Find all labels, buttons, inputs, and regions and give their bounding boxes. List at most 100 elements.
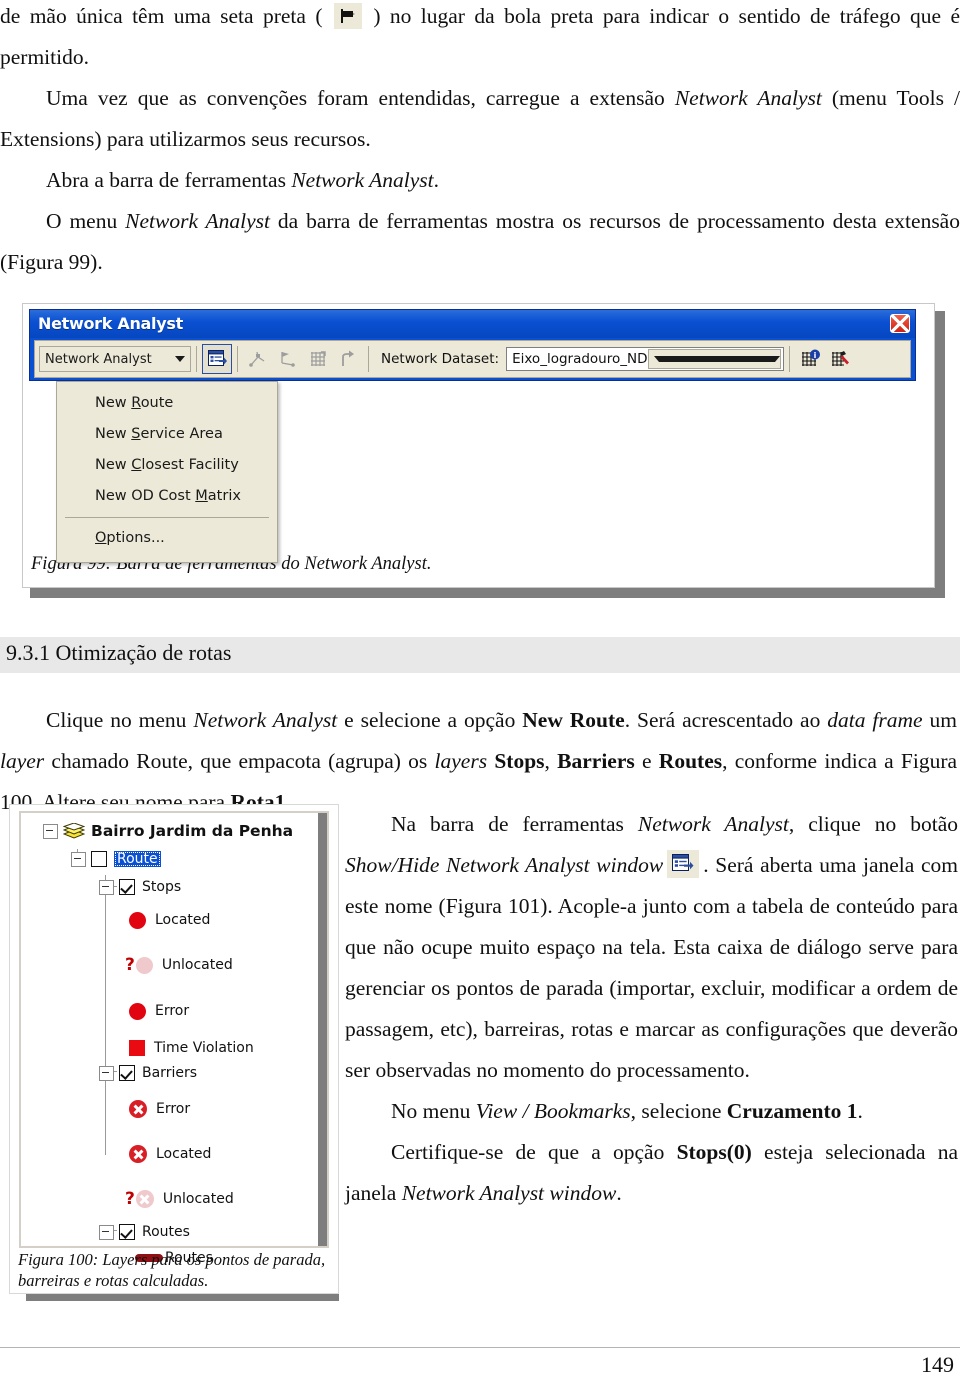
mid-t7: , — [544, 748, 558, 773]
layer-stack-icon — [62, 822, 86, 839]
collapse-expander-icon[interactable] — [99, 1065, 114, 1081]
show-hide-network-analyst-window-icon — [667, 850, 700, 879]
tree-item-label: Bairro Jardim da Penha — [91, 822, 294, 840]
tree-item-group-layer[interactable]: Bairro Jardim da Penha — [43, 818, 293, 844]
para1-text-before-icon: de mão única têm uma seta preta ( — [0, 4, 323, 28]
footer-divider — [0, 1347, 960, 1348]
rt-p2-t3: . — [857, 1099, 863, 1123]
collapse-expander-icon[interactable] — [71, 851, 86, 867]
mid-t2: e selecione a opção — [337, 707, 523, 732]
paragraph-4: O menu Network Analyst da barra de ferra… — [0, 201, 960, 283]
network-build-tool-icon[interactable] — [825, 344, 855, 374]
tree-symbol-barrier-unlocated: ? Unlocated — [125, 1186, 234, 1212]
svg-text:i: i — [813, 351, 816, 360]
mid-t5: chamado Route, que empacota (agrupa) os — [44, 748, 435, 773]
mid-t8: e — [634, 748, 659, 773]
para2-italic-network-analyst: Network Analyst — [674, 86, 822, 110]
mid-b3: Barriers — [557, 748, 635, 773]
faded-circle-icon — [135, 956, 153, 974]
network-analyst-toolbar-window: Network Analyst Network Analyst Network … — [29, 309, 916, 381]
tree-item-label: Barriers — [142, 1065, 198, 1081]
rt-p3-i1: Network Analyst window — [401, 1181, 617, 1205]
network-dataset-combobox[interactable]: Eixo_logradouro_ND — [506, 347, 785, 371]
tree-item-label: Located — [155, 912, 211, 928]
paragraph-bookmarks: No menu View / Bookmarks, selecione Cruz… — [345, 1091, 958, 1132]
toolbar-separator — [368, 346, 369, 372]
tree-symbol-barrier-error: Error — [129, 1096, 190, 1122]
section-heading-band: 9.3.1 Otimização de rotas — [0, 637, 960, 673]
rt-p1-t2: , clique no botão — [788, 812, 958, 836]
tree-scrollbar[interactable] — [318, 813, 327, 1246]
tree-symbol-located: Located — [129, 907, 210, 933]
mid-t1: Clique no menu — [46, 707, 194, 732]
mid-i1: Network Analyst — [193, 707, 338, 732]
tree-item-label: Routes — [142, 1224, 190, 1240]
collapse-expander-icon[interactable] — [99, 1224, 114, 1240]
menu-item-options[interactable]: Options... — [57, 523, 277, 554]
toolbar-title-bar: Network Analyst — [30, 310, 915, 338]
layer-visibility-checkbox[interactable] — [119, 1065, 135, 1081]
layer-visibility-checkbox[interactable] — [91, 851, 107, 867]
menu-item-new-route[interactable]: New Route — [57, 388, 277, 419]
create-network-location-icon[interactable] — [243, 344, 273, 374]
close-icon[interactable] — [890, 314, 910, 333]
mid-b2: Stops — [494, 748, 545, 773]
tree-symbol-error: Error — [129, 998, 189, 1024]
menu-divider — [65, 517, 269, 518]
collapse-expander-icon[interactable] — [99, 879, 114, 895]
figure-100-frame: Bairro Jardim da Penha Route Stops Locat… — [9, 804, 339, 1294]
tree-symbol-unlocated: ? Unlocated — [125, 952, 233, 978]
rt-p1-i1: Network Analyst — [637, 812, 789, 836]
question-mark-icon: ? — [125, 955, 135, 975]
tree-symbol-barrier-located: Located — [129, 1141, 211, 1167]
figure-100-caption: Figura 100: Layers para os pontos de par… — [18, 1250, 326, 1290]
table-of-contents-tree: Bairro Jardim da Penha Route Stops Locat… — [19, 811, 329, 1266]
figure-100: Bairro Jardim da Penha Route Stops Locat… — [4, 804, 344, 1301]
mid-t4: um — [922, 707, 958, 732]
build-network-icon[interactable] — [303, 344, 333, 374]
paragraph-stops-selected: Certifique-se de que a opção Stops(0) es… — [345, 1132, 958, 1214]
toolbar-body: Network Analyst Network Dataset: Eixo_lo… — [34, 340, 911, 378]
menu-item-new-closest-facility[interactable]: New Closest Facility — [57, 450, 277, 481]
toolbar-separator — [789, 346, 791, 372]
network-analyst-menu-label: Network Analyst — [45, 351, 152, 367]
question-mark-icon: ? — [125, 1189, 135, 1209]
tree-item-route[interactable]: Route — [71, 846, 161, 872]
tree-item-label: Error — [156, 1101, 191, 1117]
network-analyst-menu-button[interactable]: Network Analyst — [39, 346, 191, 372]
rt-p2-t2: , selecione — [630, 1099, 727, 1123]
layer-visibility-checkbox[interactable] — [119, 1224, 135, 1240]
mid-b4: Routes — [658, 748, 723, 773]
rt-p2-t1: No menu — [391, 1099, 476, 1123]
mid-i2: data frame — [827, 707, 923, 732]
network-identify-icon[interactable]: i — [795, 344, 825, 374]
rt-p1-i2: Show/Hide Network Analyst window — [345, 853, 664, 877]
red-x-circle-icon — [129, 1145, 147, 1163]
chevron-down-icon[interactable] — [647, 349, 782, 369]
mid-i3: layer — [0, 748, 45, 773]
rt-p3-b1: Stops(0) — [676, 1140, 752, 1164]
menu-item-new-od-cost-matrix[interactable]: New OD Cost Matrix — [57, 481, 277, 512]
select-network-location-icon[interactable] — [273, 344, 303, 374]
paragraph-2: Uma vez que as convenções foram entendid… — [0, 78, 960, 160]
top-text-block: de mão única têm uma seta preta ( ) no l… — [0, 0, 960, 283]
menu-item-new-service-area[interactable]: New Service Area — [57, 419, 277, 450]
figure-99: Network Analyst Network Analyst Network … — [22, 303, 945, 598]
layer-visibility-checkbox[interactable] — [119, 879, 135, 895]
show-hide-network-analyst-window-icon[interactable] — [202, 344, 232, 374]
red-circle-icon — [129, 1002, 146, 1020]
directions-icon[interactable] — [333, 344, 363, 374]
document-page: de mão única têm uma seta preta ( ) no l… — [0, 0, 960, 1382]
para4-part1: O menu — [46, 209, 126, 233]
chevron-down-icon — [175, 356, 185, 362]
paragraph-3: Abra a barra de ferramentas Network Anal… — [0, 160, 960, 201]
tree-item-label: Time Violation — [154, 1040, 254, 1056]
tree-item-routes[interactable]: Routes — [99, 1219, 190, 1245]
rt-p1-t1: Na barra de ferramentas — [391, 812, 638, 836]
tree-item-label: Unlocated — [161, 957, 233, 973]
mid-t3: . Será acrescentado ao — [624, 707, 828, 732]
tree-item-barriers[interactable]: Barriers — [99, 1060, 197, 1086]
network-analyst-dropdown-menu: New Route New Service Area New Closest F… — [56, 381, 278, 563]
collapse-expander-icon[interactable] — [43, 823, 58, 839]
tree-item-stops[interactable]: Stops — [99, 874, 181, 900]
